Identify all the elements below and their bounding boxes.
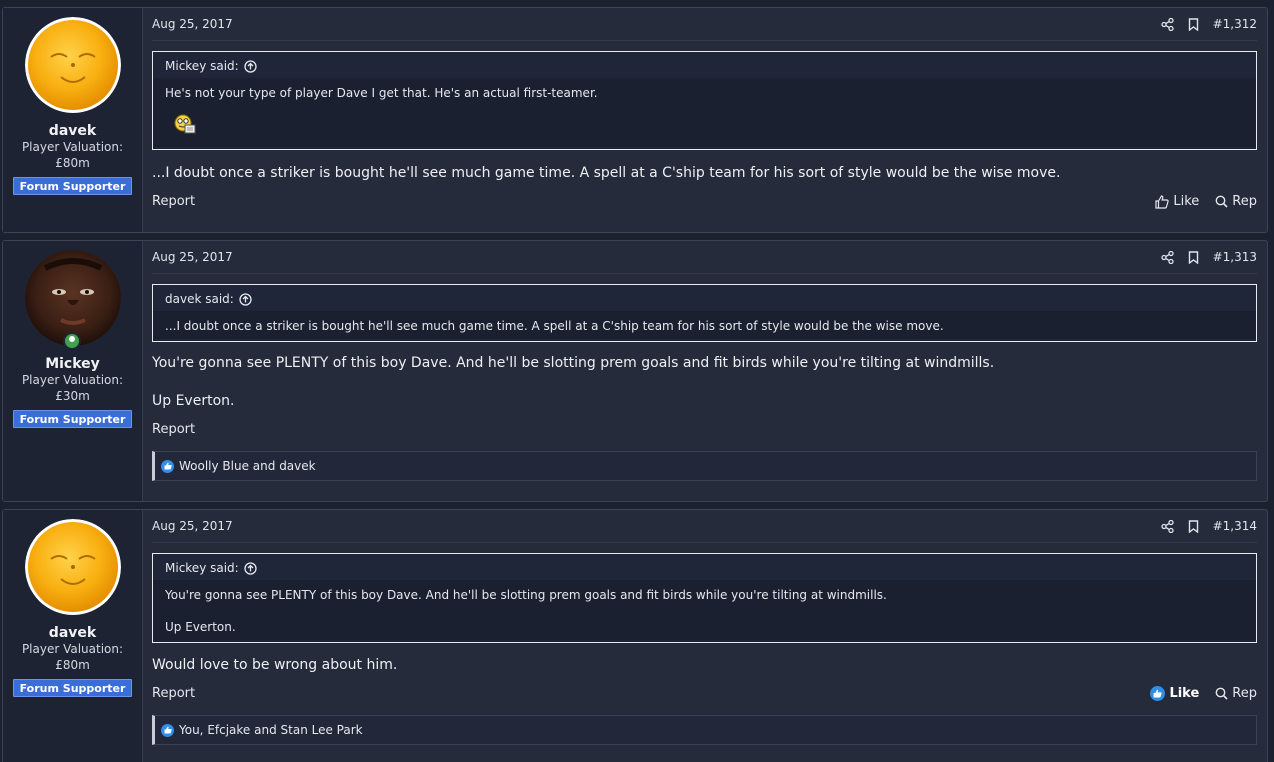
avatar[interactable] [24,17,121,113]
post-number[interactable]: #1,314 [1213,519,1257,533]
post-content: Aug 25, 2017 #1,314 Mickey said: You're … [143,510,1267,762]
quote-text: Up Everton. [165,620,236,634]
post: Mickey Player Valuation: £30m Forum Supp… [2,240,1268,502]
avatar[interactable] [24,519,121,615]
arrow-up-circle-icon[interactable] [244,59,257,73]
arrow-up-circle-icon[interactable] [244,561,257,575]
search-icon [1215,195,1228,208]
user-badge: Forum Supporter [13,679,132,697]
user-info: Mickey Player Valuation: £30m Forum Supp… [3,241,143,501]
quote-body: ...I doubt once a striker is bought he'l… [153,311,1256,339]
valuation-label: Player Valuation: [21,373,124,387]
quote-body: He's not your type of player Dave I get … [153,78,1256,147]
post-footer: Report [152,422,1257,437]
reactions-bar[interactable]: You, Efcjake and Stan Lee Park [152,715,1257,745]
message-text: Up Everton. [152,393,235,409]
like-reaction-icon [161,459,174,473]
quote-header[interactable]: Mickey said: [153,554,1256,580]
quote-header[interactable]: davek said: [153,285,1256,311]
bookmark-icon[interactable] [1188,17,1199,31]
valuation-label: Player Valuation: [21,642,124,656]
user-info: davek Player Valuation: £80m Forum Suppo… [3,510,143,762]
post: davek Player Valuation: £80m Forum Suppo… [2,7,1268,233]
post-date[interactable]: Aug 25, 2017 [152,17,233,31]
bookmark-icon[interactable] [1188,519,1199,533]
user-badge: Forum Supporter [13,410,132,428]
post-header: Aug 25, 2017 #1,314 [152,510,1257,543]
orange-avatar-icon [24,519,121,615]
rep-label: Rep [1232,194,1257,209]
post-content: Aug 25, 2017 #1,312 Mickey said: He's no… [143,8,1267,232]
post-header: Aug 25, 2017 #1,313 [152,241,1257,274]
like-button[interactable]: Like [1155,194,1199,209]
quote-body: You're gonna see PLENTY of this boy Dave… [153,580,1256,640]
reactions-text[interactable]: You, Efcjake and Stan Lee Park [179,723,363,737]
post-content: Aug 25, 2017 #1,313 davek said: ...I dou… [143,241,1267,501]
share-icon[interactable] [1160,250,1174,264]
valuation-label: Player Valuation: [21,140,124,154]
valuation-value: £80m [55,658,90,672]
rep-button[interactable]: Rep [1215,194,1257,209]
post-footer: Report Like Rep [152,686,1257,701]
search-icon [1215,687,1228,700]
report-link[interactable]: Report [152,194,195,209]
quote-text: You're gonna see PLENTY of this boy Dave… [165,588,887,602]
post-message: You're gonna see PLENTY of this boy Dave… [152,354,1257,410]
post-date[interactable]: Aug 25, 2017 [152,250,233,264]
rep-label: Rep [1232,686,1257,701]
username[interactable]: davek [49,625,96,641]
post-date[interactable]: Aug 25, 2017 [152,519,233,533]
quote-author: Mickey said: [165,561,239,575]
message-text: ...I doubt once a striker is bought he'l… [152,165,1061,181]
message-text: You're gonna see PLENTY of this boy Dave… [152,355,995,371]
smiley-reading-icon [174,114,196,134]
thumbs-up-icon [1150,686,1166,701]
thumbs-up-icon [1155,194,1170,209]
message-text: Would love to be wrong about him. [152,657,398,673]
quote-text: He's not your type of player Dave I get … [165,86,598,100]
report-link[interactable]: Report [152,686,195,701]
post: davek Player Valuation: £80m Forum Suppo… [2,509,1268,762]
like-label: Like [1169,686,1200,701]
share-icon[interactable] [1160,519,1174,533]
reactions-text[interactable]: Woolly Blue and davek [179,459,316,473]
user-badge: Forum Supporter [13,177,132,195]
quote-author: Mickey said: [165,59,239,73]
quote-text: ...I doubt once a striker is bought he'l… [165,319,944,333]
post-message: Would love to be wrong about him. [152,656,1257,674]
like-reaction-icon [161,723,174,737]
like-button[interactable]: Like [1150,686,1199,701]
post-number[interactable]: #1,313 [1213,250,1257,264]
quote-block: Mickey said: He's not your type of playe… [152,51,1257,150]
username[interactable]: davek [49,123,96,139]
post-message: ...I doubt once a striker is bought he'l… [152,164,1257,182]
user-info: davek Player Valuation: £80m Forum Suppo… [3,8,143,232]
online-status-icon [62,332,81,350]
post-number[interactable]: #1,312 [1213,17,1257,31]
valuation-value: £30m [55,389,90,403]
reactions-bar[interactable]: Woolly Blue and davek [152,451,1257,481]
valuation-value: £80m [55,156,90,170]
post-footer: Report Like Rep [152,194,1257,209]
quote-block: davek said: ...I doubt once a striker is… [152,284,1257,342]
report-link[interactable]: Report [152,422,195,437]
share-icon[interactable] [1160,17,1174,31]
quote-block: Mickey said: You're gonna see PLENTY of … [152,553,1257,643]
avatar[interactable] [24,250,121,350]
bookmark-icon[interactable] [1188,250,1199,264]
post-header: Aug 25, 2017 #1,312 [152,8,1257,41]
arrow-up-circle-icon[interactable] [239,292,252,306]
username[interactable]: Mickey [45,356,100,372]
quote-author: davek said: [165,292,234,306]
orange-avatar-icon [24,17,121,113]
like-label: Like [1173,194,1200,209]
rep-button[interactable]: Rep [1215,686,1257,701]
quote-header[interactable]: Mickey said: [153,52,1256,78]
